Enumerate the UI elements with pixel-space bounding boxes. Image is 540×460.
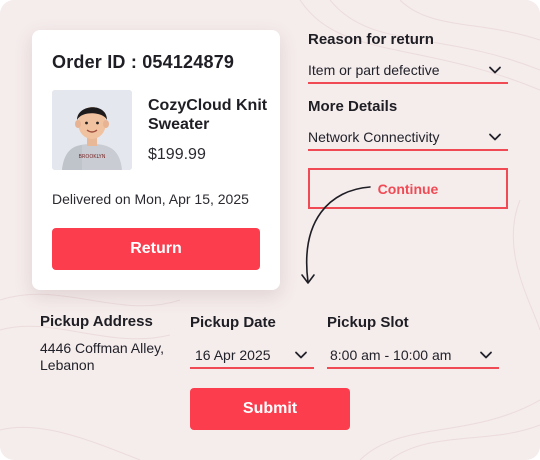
pickup-address: 4446 Coffman Alley, Lebanon bbox=[40, 340, 165, 373]
shirt-print-text: BROOKLYN bbox=[79, 154, 106, 160]
order-card: Order ID : 054124879 BROOKLYN CozyCloud … bbox=[32, 30, 280, 290]
submit-button[interactable]: Submit bbox=[190, 388, 350, 430]
chevron-down-icon bbox=[489, 66, 501, 74]
product-image: BROOKLYN bbox=[52, 90, 132, 170]
reason-label: Reason for return bbox=[308, 31, 434, 48]
delivery-date: Delivered on Mon, Apr 15, 2025 bbox=[52, 191, 249, 207]
reason-select-value: Item or part defective bbox=[308, 62, 440, 78]
product-image-illustration: BROOKLYN bbox=[52, 90, 132, 170]
product-price: $199.99 bbox=[148, 146, 206, 163]
order-id: Order ID : 054124879 bbox=[52, 52, 235, 72]
chevron-down-icon bbox=[295, 351, 307, 359]
chevron-down-icon bbox=[480, 351, 492, 359]
continue-button[interactable]: Continue bbox=[308, 168, 508, 209]
reason-select[interactable]: Item or part defective bbox=[308, 58, 508, 84]
return-button[interactable]: Return bbox=[52, 228, 260, 270]
pickup-date-value: 16 Apr 2025 bbox=[195, 347, 271, 363]
pickup-address-label: Pickup Address bbox=[40, 313, 153, 330]
pickup-date-label: Pickup Date bbox=[190, 314, 276, 331]
details-select[interactable]: Network Connectivity bbox=[308, 125, 508, 151]
pickup-slot-label: Pickup Slot bbox=[327, 314, 409, 331]
pickup-slot-select[interactable]: 8:00 am - 10:00 am bbox=[327, 343, 499, 369]
details-select-value: Network Connectivity bbox=[308, 129, 440, 145]
background-canvas: Order ID : 054124879 BROOKLYN CozyCloud … bbox=[0, 0, 540, 460]
pickup-slot-value: 8:00 am - 10:00 am bbox=[330, 347, 452, 363]
chevron-down-icon bbox=[489, 133, 501, 141]
pickup-date-select[interactable]: 16 Apr 2025 bbox=[190, 343, 314, 369]
details-label: More Details bbox=[308, 98, 398, 115]
product-name: CozyCloud Knit Sweater bbox=[148, 97, 268, 133]
